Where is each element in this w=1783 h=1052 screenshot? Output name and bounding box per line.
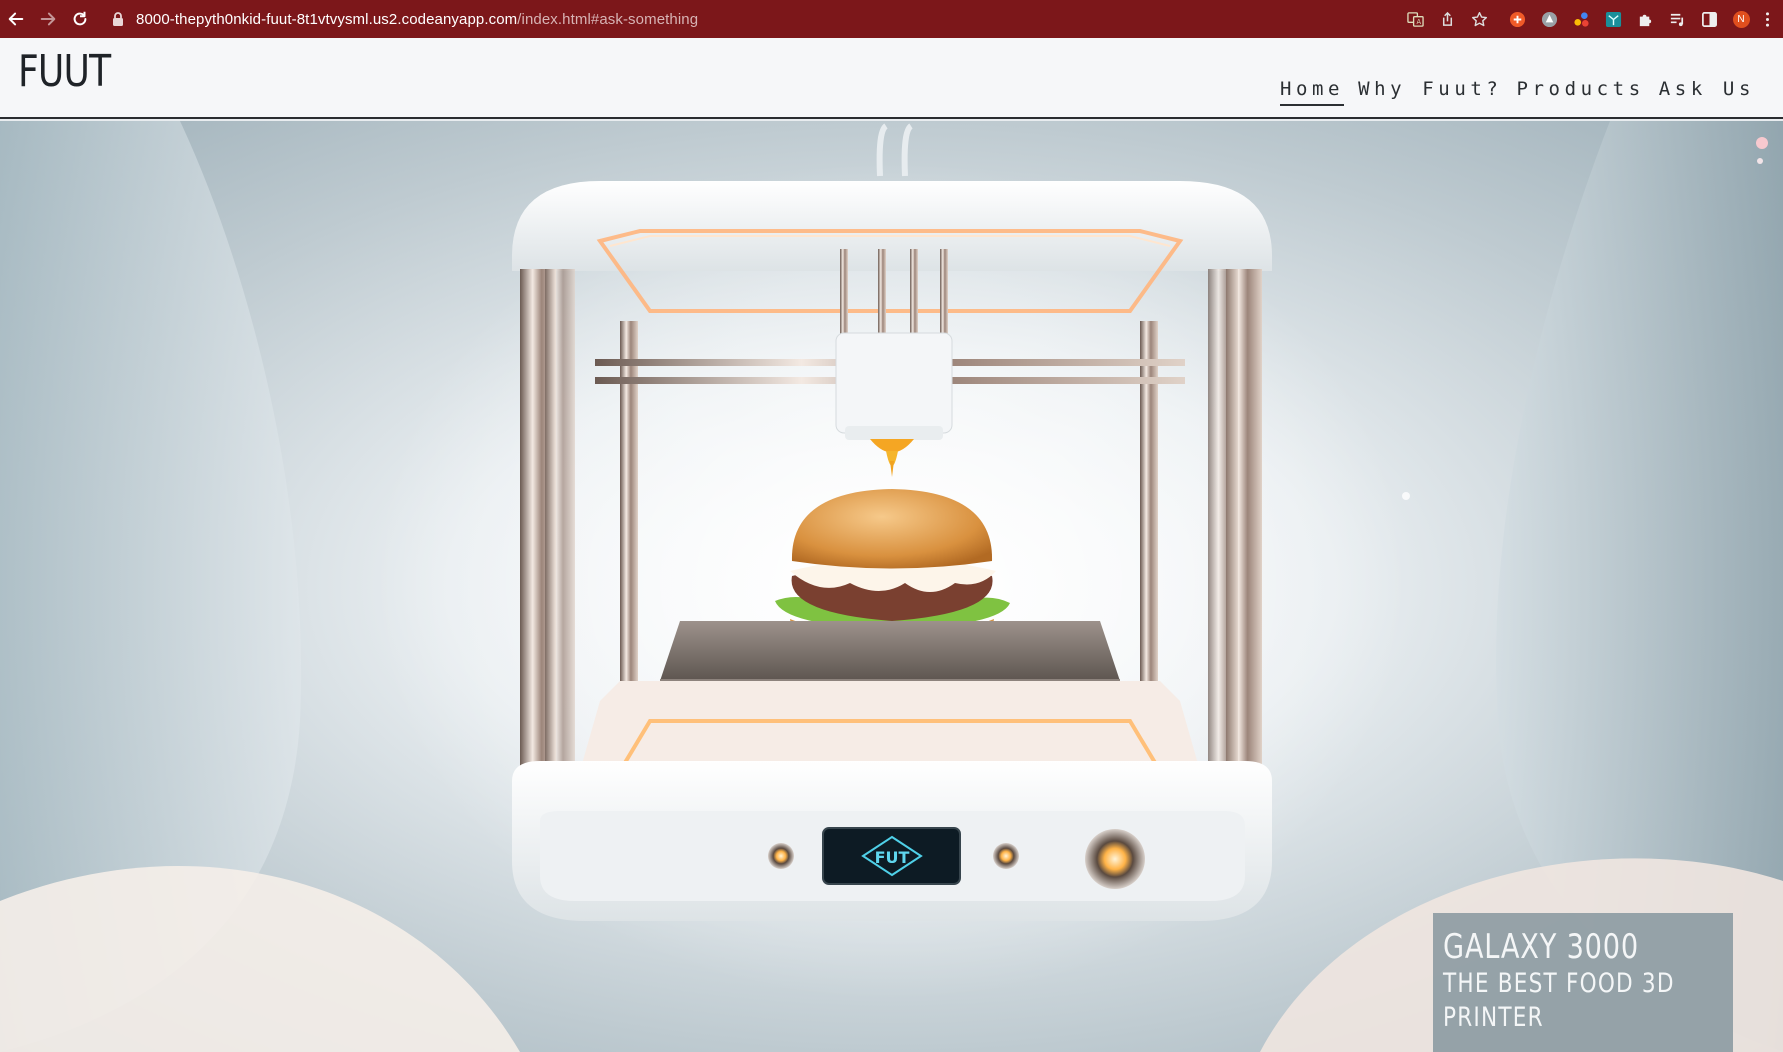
caption-subtitle-line2: PRINTER [1443, 1002, 1544, 1033]
side-panel-icon [1701, 11, 1717, 27]
arrow-left-icon [8, 12, 24, 26]
lock-icon [113, 12, 123, 26]
translate-icon: A [1406, 11, 1424, 27]
browser-toolbar: 8000-thepyth0nkid-fuut-8t1vtvysml.us2.co… [0, 0, 1783, 38]
site-logo[interactable]: FUUT [18, 46, 111, 97]
side-panel-button[interactable] [1693, 0, 1725, 38]
extension-dots-button[interactable] [1565, 0, 1597, 38]
plus-circle-icon [1509, 11, 1525, 27]
extension-gray-button[interactable] [1533, 0, 1565, 38]
colored-dots-icon [1573, 11, 1589, 27]
nav-ask-us[interactable]: Ask Us [1659, 78, 1755, 106]
url-host: 8000-thepyth0nkid-fuut-8t1vtvysml.us2.co… [136, 10, 518, 28]
kebab-menu-icon [1765, 11, 1769, 27]
translate-button[interactable]: A [1399, 0, 1431, 38]
caption-subtitle-line1: THE BEST FOOD 3D [1443, 968, 1675, 999]
nav-products[interactable]: Products [1516, 78, 1644, 106]
share-icon [1442, 11, 1452, 26]
printer-display-logo: FUT [875, 848, 910, 867]
hero-section: FUT GALAXY 3000 THE BEST FOOD 3D PRINTER [0, 121, 1783, 1052]
back-button[interactable] [0, 0, 32, 38]
nav-why-fuut[interactable]: Why Fuut? [1358, 78, 1502, 106]
address-bar[interactable]: 8000-thepyth0nkid-fuut-8t1vtvysml.us2.co… [112, 0, 698, 38]
playlist-icon [1670, 13, 1683, 26]
hero-caption: GALAXY 3000 THE BEST FOOD 3D PRINTER [1433, 913, 1733, 1052]
star-icon [1471, 11, 1487, 26]
network-icon [1605, 11, 1621, 27]
profile-button[interactable]: N [1725, 0, 1757, 38]
caption-title: GALAXY 3000 [1443, 927, 1639, 967]
forward-button[interactable] [32, 0, 64, 38]
extension-red-button[interactable] [1501, 0, 1533, 38]
bookmark-button[interactable] [1463, 0, 1495, 38]
reload-icon [73, 11, 87, 26]
share-button[interactable] [1431, 0, 1463, 38]
reload-button[interactable] [64, 0, 96, 38]
arrow-right-icon [40, 12, 56, 26]
triangle-circle-icon [1541, 11, 1557, 27]
nav-home[interactable]: Home [1279, 78, 1345, 106]
extension-teal-button[interactable] [1597, 0, 1629, 38]
svg-text:A: A [1416, 18, 1421, 26]
browser-menu-button[interactable] [1757, 0, 1777, 38]
puzzle-icon [1639, 14, 1651, 26]
url-path: /index.html#ask-something [517, 10, 699, 28]
site-header: FUUT Home Why Fuut? Products Ask Us [0, 38, 1783, 119]
extensions-button[interactable] [1629, 0, 1661, 38]
profile-initial: N [1737, 13, 1745, 25]
main-nav: Home Why Fuut? Products Ask Us [1266, 78, 1755, 106]
reading-list-button[interactable] [1661, 0, 1693, 38]
